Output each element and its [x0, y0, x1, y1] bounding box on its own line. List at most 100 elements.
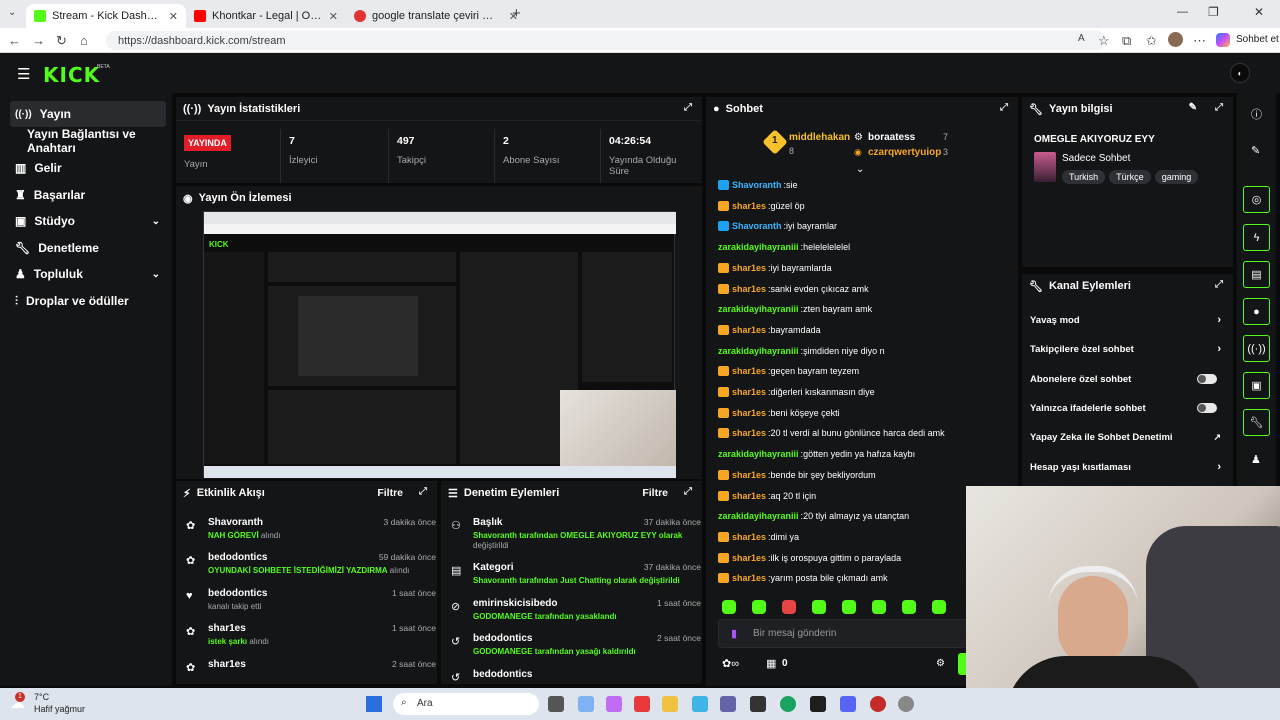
- extensions-icon[interactable]: ⧉: [1122, 33, 1131, 49]
- popout-icon[interactable]: ⤢: [1215, 102, 1223, 113]
- mod-action-title[interactable]: emirinskicisibedo: [473, 598, 557, 609]
- category-thumbnail[interactable]: [1034, 152, 1056, 182]
- sidebar-item-revenue[interactable]: ▥ Gelir: [10, 155, 166, 181]
- favorites-icon[interactable]: ✩: [1146, 33, 1157, 49]
- copilot-icon[interactable]: [1216, 33, 1230, 47]
- edge-icon[interactable]: [780, 696, 796, 712]
- read-aloud-icon[interactable]: A: [1078, 33, 1085, 44]
- tab-list-icon[interactable]: ⌄: [8, 7, 16, 18]
- chat-username[interactable]: shar1es: [732, 387, 766, 397]
- chat-username[interactable]: shar1es: [732, 408, 766, 418]
- more-icon[interactable]: ⋯: [1193, 33, 1206, 49]
- reload-icon[interactable]: ↻: [56, 33, 67, 49]
- popout-icon[interactable]: ⤢: [1215, 279, 1223, 290]
- widget-icon[interactable]: [578, 696, 594, 712]
- channel-points-icon[interactable]: ✿∞: [722, 657, 739, 670]
- kick-logo[interactable]: KICK: [43, 63, 100, 87]
- chat-username[interactable]: shar1es: [732, 201, 766, 211]
- rail-button-broadcast[interactable]: ((·)): [1243, 335, 1270, 362]
- menu-icon[interactable]: ☰: [17, 65, 30, 83]
- taskbar-search[interactable]: ⌕ Ara: [393, 693, 539, 715]
- browser-tab-yandex[interactable]: google translate çeviri — Yandex: ✕: [346, 4, 526, 28]
- filter-button[interactable]: Filtre: [377, 487, 403, 499]
- chat-username[interactable]: shar1es: [732, 325, 766, 335]
- obs-icon[interactable]: [870, 696, 886, 712]
- filter-button[interactable]: Filtre: [642, 487, 668, 499]
- mod-action-title[interactable]: bedodontics: [473, 633, 532, 644]
- chat-username[interactable]: Shavoranth: [732, 221, 782, 231]
- chat-username[interactable]: shar1es: [732, 263, 766, 273]
- settings-gear-icon[interactable]: ⚙: [936, 658, 945, 669]
- tag[interactable]: gaming: [1154, 170, 1199, 184]
- popout-icon[interactable]: ⤢: [684, 102, 692, 113]
- popout-icon[interactable]: ⤢: [684, 486, 692, 497]
- action-account-age[interactable]: Hesap yaşı kısıtlaması ›: [1030, 455, 1225, 479]
- copilot-taskbar-icon[interactable]: [606, 696, 622, 712]
- tag[interactable]: Turkish: [1062, 170, 1106, 184]
- chat-username[interactable]: zarakidayihayraniii: [718, 511, 799, 521]
- task-view-icon[interactable]: [548, 696, 564, 712]
- mod-action-title[interactable]: bedodontics: [473, 669, 532, 680]
- copilot-label[interactable]: Sohbet et: [1236, 34, 1279, 45]
- chat-username[interactable]: zarakidayihayraniii: [718, 449, 799, 459]
- emote-bar[interactable]: [722, 600, 962, 617]
- browser-tab-youtube[interactable]: Khontkar - Legal | Official Video - ✕: [186, 4, 346, 28]
- chat-input[interactable]: ▮ Bir mesaj gönderin: [718, 619, 1008, 648]
- app-dark-icon[interactable]: [810, 696, 826, 712]
- gift-icon[interactable]: ▦: [766, 657, 776, 670]
- preview-video[interactable]: KICK: [203, 211, 676, 478]
- back-icon[interactable]: ←: [8, 33, 21, 48]
- user-menu-icon[interactable]: ◐: [1230, 63, 1250, 83]
- edit-icon[interactable]: ✎: [1251, 144, 1260, 157]
- chat-username[interactable]: shar1es: [732, 470, 766, 480]
- activity-user[interactable]: Shavoranth: [208, 517, 263, 528]
- rail-button-camera[interactable]: ◎: [1243, 186, 1270, 213]
- category-name[interactable]: Sadece Sohbet: [1062, 153, 1130, 164]
- activity-user[interactable]: shar1es: [208, 623, 246, 634]
- chat-username[interactable]: shar1es: [732, 573, 766, 583]
- app-red-icon[interactable]: [634, 696, 650, 712]
- favorite-star-icon[interactable]: ☆: [1098, 33, 1110, 49]
- tag[interactable]: Türkçe: [1109, 170, 1151, 184]
- chat-username[interactable]: zarakidayihayraniii: [718, 242, 799, 252]
- action-followers-only[interactable]: Takipçilere özel sohbet ›: [1030, 337, 1225, 361]
- profile-avatar[interactable]: [1168, 32, 1183, 47]
- app-blue-icon[interactable]: [692, 696, 708, 712]
- sidebar-item-moderation[interactable]: 🔧︎ Denetleme: [10, 235, 166, 261]
- chat-username[interactable]: Shavoranth: [732, 180, 782, 190]
- sidebar-item-community[interactable]: ♟ Topluluk ⌄: [10, 261, 166, 287]
- rail-button-lightning[interactable]: ϟ: [1243, 224, 1270, 251]
- forward-icon[interactable]: →: [32, 33, 45, 48]
- app-24-icon[interactable]: [750, 696, 766, 712]
- browser-tab-kick[interactable]: Stream - Kick Dashboard ✕: [26, 4, 186, 28]
- activity-user[interactable]: shar1es: [208, 659, 246, 670]
- windows-start-icon[interactable]: [366, 696, 382, 712]
- popout-icon[interactable]: ⤢: [419, 486, 427, 497]
- action-slow-mode[interactable]: Yavaş mod ›: [1030, 308, 1225, 332]
- chat-username[interactable]: zarakidayihayraniii: [718, 304, 799, 314]
- sidebar-item-stream-key[interactable]: Yayın Bağlantısı ve Anahtarı: [10, 127, 166, 155]
- rail-button-wrench[interactable]: 🔧︎: [1243, 409, 1270, 436]
- file-explorer-icon[interactable]: [662, 696, 678, 712]
- chat-username[interactable]: shar1es: [732, 553, 766, 563]
- emote-only-toggle[interactable]: [1197, 403, 1217, 413]
- sidebar-item-drops[interactable]: ⫶ Droplar ve ödüller: [10, 288, 166, 314]
- edit-pencil-icon[interactable]: ✎: [1189, 102, 1197, 113]
- activity-user[interactable]: bedodontics: [208, 552, 267, 563]
- rail-button-list[interactable]: ▤: [1243, 261, 1270, 288]
- chat-username[interactable]: shar1es: [732, 284, 766, 294]
- discord-icon[interactable]: [840, 696, 856, 712]
- new-tab-icon[interactable]: +: [512, 5, 521, 22]
- close-icon[interactable]: ✕: [169, 10, 178, 23]
- sidebar-item-achievements[interactable]: ♜ Başarılar: [10, 182, 166, 208]
- rail-button-chat[interactable]: ●: [1243, 298, 1270, 325]
- close-icon[interactable]: ✕: [329, 10, 338, 23]
- window-close-icon[interactable]: ✕: [1254, 5, 1264, 19]
- teams-icon[interactable]: [720, 696, 736, 712]
- microphone-icon[interactable]: ▮: [731, 627, 737, 640]
- sidebar-item-studio[interactable]: ▣ Stüdyo ⌄: [10, 208, 166, 234]
- chat-username[interactable]: zarakidayihayraniii: [718, 346, 799, 356]
- chat-username[interactable]: shar1es: [732, 428, 766, 438]
- chat-username[interactable]: shar1es: [732, 491, 766, 501]
- maximize-icon[interactable]: ❐: [1208, 5, 1219, 19]
